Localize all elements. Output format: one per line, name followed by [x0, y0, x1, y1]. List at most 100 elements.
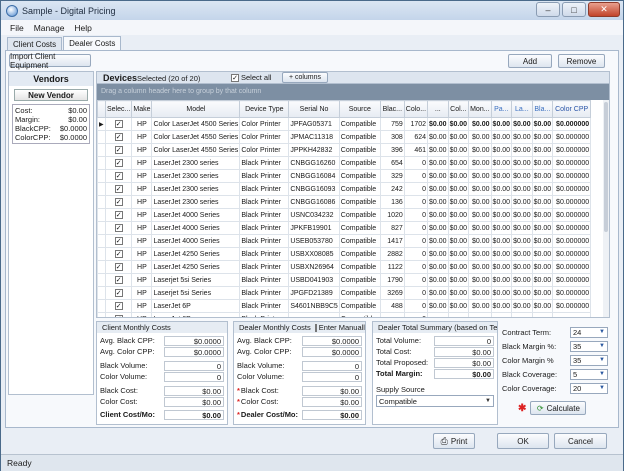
- row-value-field[interactable]: 0: [434, 335, 494, 346]
- grid-cell[interactable]: $0.00: [511, 221, 533, 235]
- grid-cell[interactable]: 0: [403, 208, 429, 222]
- row-value-field[interactable]: $0.00: [164, 409, 224, 420]
- grid-cell[interactable]: $0.00: [468, 234, 492, 248]
- grid-cell[interactable]: $0.00: [427, 182, 449, 196]
- spinner-arrow-icon[interactable]: ▼: [599, 371, 605, 377]
- grid-cell[interactable]: 329: [379, 169, 405, 183]
- column-header[interactable]: Blac...: [379, 100, 405, 118]
- device-row[interactable]: ✓ HP Laserjet 5si Series Black Printer JPGFD…: [97, 286, 592, 300]
- grid-cell[interactable]: Color Printer: [239, 117, 290, 131]
- row-value-field[interactable]: $0.00: [434, 368, 494, 379]
- grid-cell[interactable]: $0.00: [511, 195, 533, 209]
- grid-cell[interactable]: $0.00: [427, 221, 449, 235]
- select-all-toggle[interactable]: ✓ Select all: [231, 73, 271, 82]
- remove-button[interactable]: Remove: [558, 54, 605, 68]
- column-header[interactable]: Selec...: [104, 100, 133, 118]
- grid-cell[interactable]: [288, 312, 340, 317]
- new-vendor-button[interactable]: New Vendor: [14, 89, 88, 101]
- grid-cell[interactable]: Black Printer: [239, 156, 290, 170]
- maximize-button[interactable]: □: [562, 2, 586, 17]
- grid-cell[interactable]: $0.00: [447, 260, 470, 274]
- grid-cell[interactable]: $0.00: [447, 208, 470, 222]
- grid-cell[interactable]: $0.00: [468, 143, 492, 157]
- grid-cell[interactable]: $0.00: [427, 286, 449, 300]
- grid-cell[interactable]: 0: [403, 234, 429, 248]
- minimize-button[interactable]: –: [536, 2, 560, 17]
- grid-cell[interactable]: $0.00: [468, 260, 492, 274]
- row-select-cell[interactable]: ✓: [104, 247, 133, 261]
- grid-cell[interactable]: 2882: [379, 247, 405, 261]
- grid-cell[interactable]: Black Printer: [239, 312, 290, 317]
- grid-cell[interactable]: 0: [403, 195, 429, 209]
- grid-cell[interactable]: CNBGG16086: [288, 195, 340, 209]
- grid-cell[interactable]: HP: [131, 273, 153, 287]
- row-value-field[interactable]: $0.00: [302, 385, 362, 396]
- grid-cell[interactable]: Compatible: [338, 169, 381, 183]
- grid-cell[interactable]: $0.00: [447, 117, 470, 131]
- grid-cell[interactable]: $0.00: [427, 156, 449, 170]
- grid-cell[interactable]: $0.00: [447, 182, 470, 196]
- grid-cell[interactable]: Compatible: [338, 221, 381, 235]
- menu-help[interactable]: Help: [69, 23, 96, 33]
- grid-cell[interactable]: Black Printer: [239, 182, 290, 196]
- grid-cell[interactable]: $0.00: [427, 169, 449, 183]
- spinner-arrow-icon[interactable]: ▼: [599, 343, 605, 349]
- grid-cell[interactable]: $0.000000: [552, 169, 592, 183]
- grid-cell[interactable]: 0: [403, 312, 429, 317]
- grid-cell[interactable]: $0.00: [490, 156, 513, 170]
- grid-cell[interactable]: Color Printer: [239, 143, 290, 157]
- grid-cell[interactable]: $0.00: [511, 234, 533, 248]
- row-select-cell[interactable]: ✓: [104, 312, 133, 317]
- grid-cell[interactable]: $0.00: [468, 156, 492, 170]
- grid-cell[interactable]: USBD041903: [288, 273, 340, 287]
- device-row[interactable]: ✓ HP LaserJet 2300 series Black Printer CNBG…: [97, 182, 592, 196]
- close-button[interactable]: ✕: [588, 2, 620, 17]
- device-row[interactable]: ✓ HP LaserJet 2300 series Black Printer CNBG…: [97, 169, 592, 183]
- grid-cell[interactable]: $0.00: [531, 182, 554, 196]
- grid-cell[interactable]: JPMAC11318: [288, 130, 340, 144]
- grid-cell[interactable]: LaserJet 4000 Series: [151, 234, 241, 248]
- row-select-cell[interactable]: ✓: [104, 143, 133, 157]
- column-header[interactable]: Color CPP: [552, 100, 592, 118]
- row-value-field[interactable]: $0.00: [434, 346, 494, 357]
- grid-cell[interactable]: $0.00: [447, 234, 470, 248]
- row-value-field[interactable]: $0.00: [434, 357, 494, 368]
- grid-cell[interactable]: LaserJet 6P: [151, 312, 241, 317]
- grid-cell[interactable]: $0.00: [468, 247, 492, 261]
- grid-cell[interactable]: $0.00: [468, 273, 492, 287]
- grid-cell[interactable]: $0.00: [468, 195, 492, 209]
- grid-cell[interactable]: Compatible: [338, 273, 381, 287]
- row-value-field[interactable]: $0.00: [302, 409, 362, 420]
- grid-cell[interactable]: 624: [403, 130, 429, 144]
- grid-cell[interactable]: [427, 312, 449, 317]
- grid-cell[interactable]: $0.000000: [552, 130, 592, 144]
- grid-cell[interactable]: 0: [403, 299, 429, 313]
- grid-cell[interactable]: Compatible: [338, 208, 381, 222]
- grid-cell[interactable]: 1122: [379, 260, 405, 274]
- grid-cell[interactable]: 759: [379, 117, 405, 131]
- grid-cell[interactable]: 0: [403, 182, 429, 196]
- device-row[interactable]: ▶ ✓ HP Color LaserJet 4500 Series Color Prin…: [97, 117, 592, 131]
- grid-cell[interactable]: Black Printer: [239, 195, 290, 209]
- device-row[interactable]: ✓ HP LaserJet 2300 series Black Printer CNBG…: [97, 156, 592, 170]
- device-row[interactable]: ✓ HP Color LaserJet 4550 Series Color Print…: [97, 143, 592, 157]
- enter-manually-checkbox[interactable]: [314, 323, 317, 332]
- grid-cell[interactable]: $0.00: [447, 221, 470, 235]
- grid-cell[interactable]: $0.00: [511, 156, 533, 170]
- row-select-cell[interactable]: ✓: [104, 299, 133, 313]
- grid-cell[interactable]: [447, 312, 470, 317]
- column-header[interactable]: Col...: [447, 100, 470, 118]
- grid-cell[interactable]: HP: [131, 182, 153, 196]
- grid-cell[interactable]: $0.00: [531, 221, 554, 235]
- grid-cell[interactable]: USBXN26964: [288, 260, 340, 274]
- grid-cell[interactable]: Black Printer: [239, 234, 290, 248]
- device-row[interactable]: ✓ HP LaserJet 4000 Series Black Printer USEB…: [97, 234, 592, 248]
- device-row[interactable]: ✓ HP Laserjet 5si Series Black Printer USBD0…: [97, 273, 592, 287]
- row-value-field[interactable]: $0.0000: [164, 346, 224, 357]
- grid-cell[interactable]: $0.000000: [552, 156, 592, 170]
- grid-cell[interactable]: HP: [131, 299, 153, 313]
- row-select-cell[interactable]: ✓: [104, 286, 133, 300]
- setting-spinner[interactable]: 35 ▼: [570, 340, 608, 352]
- column-header[interactable]: Device Type: [239, 100, 290, 118]
- row-value-field[interactable]: $0.0000: [302, 346, 362, 357]
